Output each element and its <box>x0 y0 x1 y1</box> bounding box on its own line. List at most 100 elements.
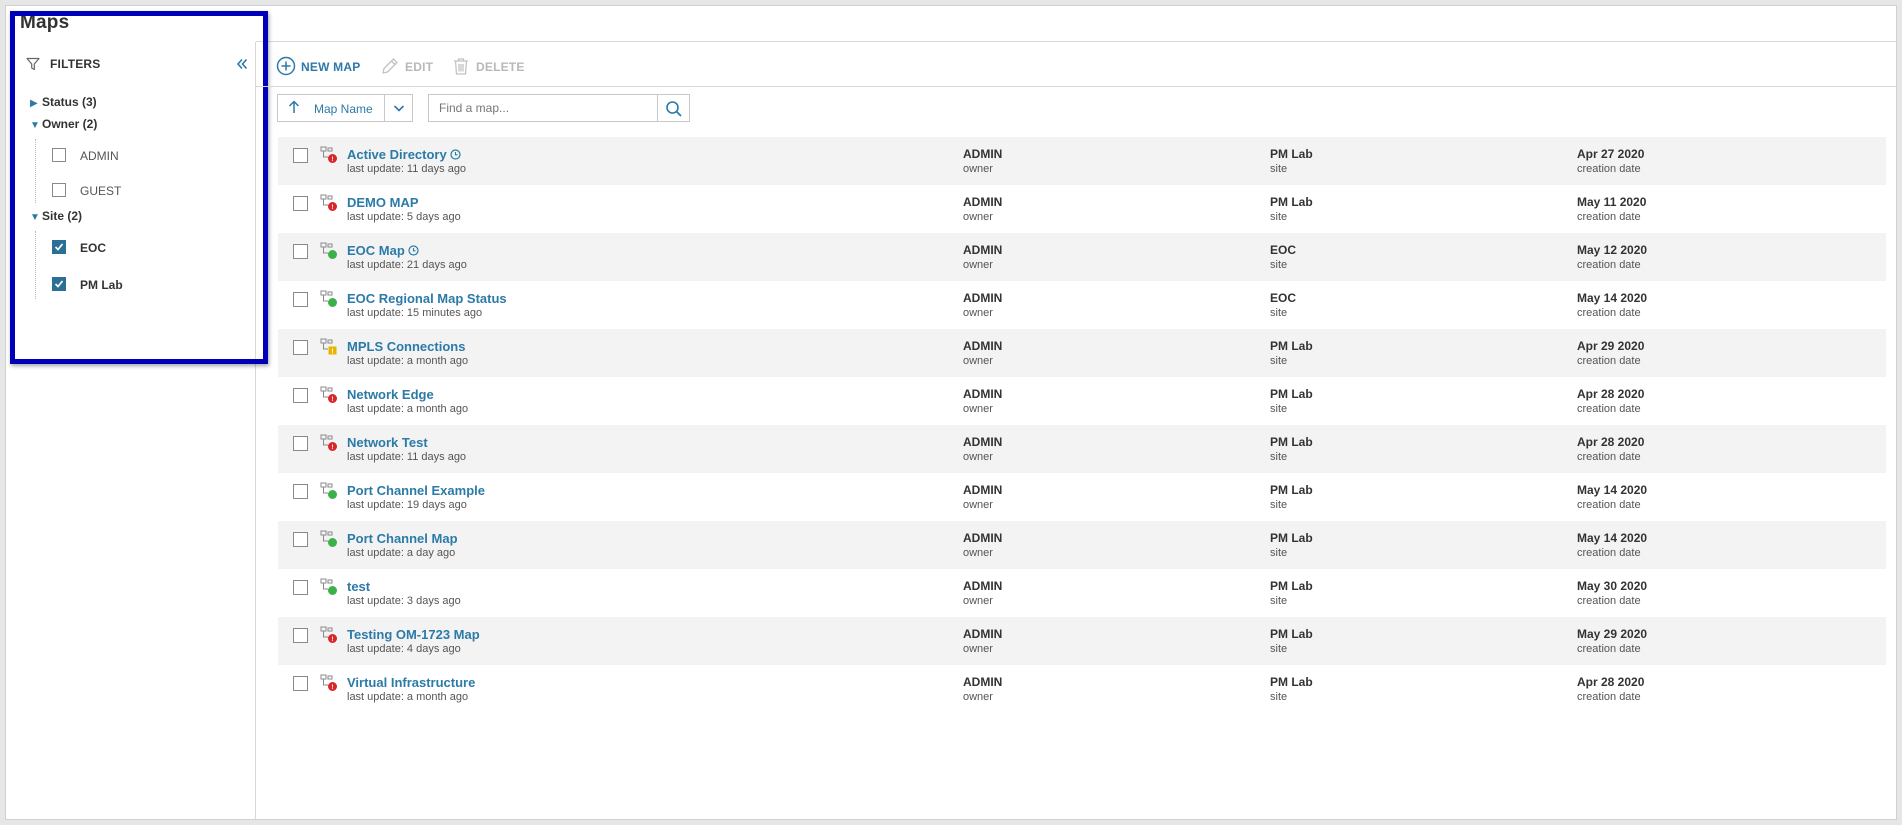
sort-direction-button[interactable] <box>288 100 300 117</box>
creation-date-cell: May 14 2020 creation date <box>1577 291 1647 319</box>
owner-value: ADMIN <box>963 243 1003 257</box>
map-name-link[interactable]: Port Channel Example <box>347 483 485 498</box>
map-row[interactable]: ! DEMO MAP last update: 5 days ago ADMIN own… <box>278 185 1886 233</box>
row-checkbox[interactable] <box>293 340 308 355</box>
row-checkbox[interactable] <box>293 532 308 547</box>
row-checkbox[interactable] <box>293 292 308 307</box>
map-row[interactable]: Port Channel Example last update: 19 days… <box>278 473 1886 521</box>
pencil-icon <box>380 56 400 79</box>
site-value: EOC <box>1270 291 1297 305</box>
creation-date-cell: Apr 27 2020 creation date <box>1577 147 1644 175</box>
arrow-up-icon <box>288 100 300 113</box>
delete-label: DELETE <box>476 60 525 74</box>
filter-group-label: Owner (2) <box>42 117 98 131</box>
map-row[interactable]: EOC Regional Map Status last update: 15 m… <box>278 281 1886 329</box>
map-row[interactable]: ! Virtual Infrastructure last update: a mo… <box>278 665 1886 713</box>
row-checkbox[interactable] <box>293 676 308 691</box>
row-checkbox[interactable] <box>293 436 308 451</box>
map-row[interactable]: ! Active Directory last update: 11 days ag… <box>278 137 1886 185</box>
creation-date-caption: creation date <box>1577 259 1641 271</box>
map-name-link[interactable]: Port Channel Map <box>347 531 458 546</box>
map-row[interactable]: ! Network Test last update: 11 days ago ADM… <box>278 425 1886 473</box>
map-row[interactable]: EOC Map last update: 21 days ago ADMIN owne… <box>278 233 1886 281</box>
site-value: PM Lab <box>1270 483 1313 497</box>
collapse-filters-button[interactable] <box>236 53 248 74</box>
row-checkbox[interactable] <box>293 388 308 403</box>
site-value: PM Lab <box>1270 531 1313 545</box>
creation-date-value: Apr 29 2020 <box>1577 339 1645 353</box>
filter-group-toggle[interactable]: ▼ Owner (2) <box>30 117 97 131</box>
site-value: EOC <box>1270 243 1297 257</box>
creation-date-value: Apr 28 2020 <box>1577 387 1645 401</box>
filter-checkbox[interactable] <box>52 183 66 197</box>
site-caption: site <box>1270 355 1288 367</box>
map-row[interactable]: ! MPLS Connections last update: a month ag… <box>278 329 1886 377</box>
map-name-text: Network Edge <box>347 387 434 402</box>
map-status-icon: ! <box>320 434 338 457</box>
map-name-link[interactable]: MPLS Connections <box>347 339 465 354</box>
filter-option-label: PM Lab <box>80 278 123 292</box>
owner-cell: ADMIN owner <box>963 627 1002 655</box>
search-button[interactable] <box>665 100 683 123</box>
owner-cell: ADMIN owner <box>963 435 1002 463</box>
owner-cell: ADMIN owner <box>963 387 1002 415</box>
svg-text:!: ! <box>331 204 333 211</box>
creation-date-value: Apr 28 2020 <box>1577 435 1645 449</box>
last-update-text: last update: a day ago <box>347 547 456 559</box>
map-row[interactable]: Port Channel Map last update: a day ago AD… <box>278 521 1886 569</box>
map-name-link[interactable]: EOC Regional Map Status <box>347 291 507 306</box>
svg-text:!: ! <box>331 396 333 403</box>
double-chevron-left-icon <box>236 58 248 70</box>
map-name-text: Active Directory <box>347 147 447 162</box>
site-cell: PM Lab site <box>1270 531 1313 559</box>
creation-date-caption: creation date <box>1577 547 1641 559</box>
map-status-icon: ! <box>320 146 338 169</box>
caret-right-icon: ▶ <box>30 98 38 109</box>
sort-field-label[interactable]: Map Name <box>314 102 373 116</box>
row-checkbox[interactable] <box>293 628 308 643</box>
filter-checkbox[interactable] <box>52 240 66 254</box>
creation-date-caption: creation date <box>1577 355 1641 367</box>
map-name-link[interactable]: Network Test <box>347 435 428 450</box>
map-name-link[interactable]: Virtual Infrastructure <box>347 675 475 690</box>
svg-text:!: ! <box>331 444 333 451</box>
map-name-link[interactable]: DEMO MAP <box>347 195 419 210</box>
site-cell: PM Lab site <box>1270 195 1313 223</box>
map-name-link[interactable]: EOC Map <box>347 243 419 259</box>
row-checkbox[interactable] <box>293 580 308 595</box>
creation-date-value: May 14 2020 <box>1577 291 1648 305</box>
row-checkbox[interactable] <box>293 148 308 163</box>
filter-group-toggle[interactable]: ▼ Site (2) <box>30 209 82 223</box>
filter-group-toggle[interactable]: ▶ Status (3) <box>30 95 97 109</box>
map-name-link[interactable]: Network Edge <box>347 387 434 402</box>
map-name-text: DEMO MAP <box>347 195 419 210</box>
filter-checkbox[interactable] <box>52 277 66 291</box>
row-checkbox[interactable] <box>293 484 308 499</box>
map-name-link[interactable]: Active Directory <box>347 147 461 163</box>
map-name-link[interactable]: Testing OM-1723 Map <box>347 627 480 642</box>
map-name-link[interactable]: test <box>347 579 370 594</box>
row-checkbox[interactable] <box>293 196 308 211</box>
trash-icon <box>451 56 471 79</box>
checkmark-icon <box>54 280 64 288</box>
creation-date-value: May 11 2020 <box>1577 195 1647 209</box>
map-status-icon: ! <box>320 674 338 697</box>
creation-date-caption: creation date <box>1577 211 1641 223</box>
last-update-text: last update: a month ago <box>347 691 469 703</box>
map-row[interactable]: ! Network Edge last update: a month ago ADM… <box>278 377 1886 425</box>
maps-page: Maps FILTERS ▶ Status (3) ▼ Owner (2) ADMIN G… <box>5 5 1897 820</box>
clock-icon <box>408 244 419 259</box>
site-caption: site <box>1270 691 1288 703</box>
owner-value: ADMIN <box>963 435 1003 449</box>
filter-checkbox[interactable] <box>52 148 66 162</box>
site-cell: PM Lab site <box>1270 435 1313 463</box>
owner-value: ADMIN <box>963 387 1003 401</box>
filters-header: FILTERS <box>26 54 248 76</box>
owner-caption: owner <box>963 163 993 175</box>
sort-dropdown-button[interactable] <box>392 101 406 120</box>
row-checkbox[interactable] <box>293 244 308 259</box>
map-row[interactable]: test last update: 3 days ago ADMIN owner PM … <box>278 569 1886 617</box>
map-name-text: Port Channel Map <box>347 531 458 546</box>
search-input[interactable] <box>429 95 657 121</box>
map-row[interactable]: ! Testing OM-1723 Map last update: 4 days … <box>278 617 1886 665</box>
